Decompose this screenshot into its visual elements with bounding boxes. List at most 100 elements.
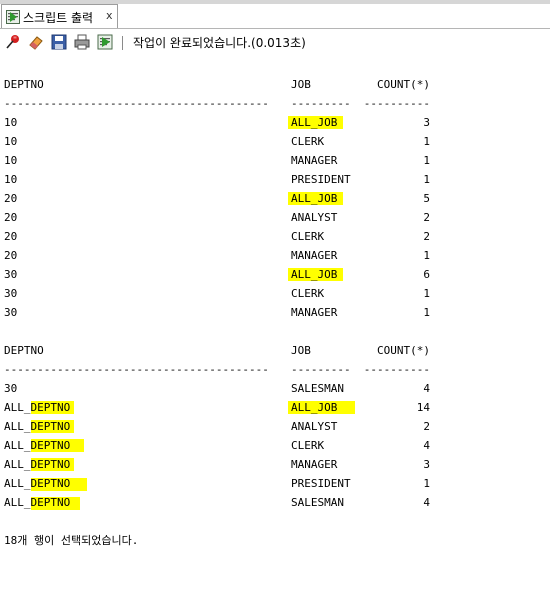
cell-deptno: 10 [4,116,18,129]
cell-deptno: 30 [4,287,18,300]
eraser-icon[interactable] [27,33,45,51]
output-toolbar: 작업이 완료되었습니다.(0.013초) [0,29,550,55]
table-row: 20 CLERK 2 [0,229,550,245]
cell-job: CLERK [291,439,325,452]
pin-icon[interactable] [4,33,22,51]
cell-deptno: ALL_DEPTNO [4,496,71,509]
separator-job: --------- [291,363,351,376]
cell-deptno: ALL_DEPTNO [4,439,71,452]
cell-count: 1 [423,306,430,319]
cell-deptno: 20 [4,230,18,243]
cell-job: ALL_JOB [291,401,338,414]
cell-job: ANALYST [291,420,338,433]
cell-job: ANALYST [291,211,338,224]
execution-status: 작업이 완료되었습니다.(0.013초) [133,36,306,50]
script-output-area[interactable]: DEPTNO JOB COUNT(*) --------------------… [0,56,550,581]
table-row: 10 MANAGER 1 [0,153,550,169]
cell-count: 1 [423,135,430,148]
print-icon[interactable] [73,33,91,51]
table1-header-row: DEPTNO JOB COUNT(*) [0,77,550,93]
cell-deptno: ALL_DEPTNO [4,458,71,471]
separator-deptno: ---------------------------------------- [4,97,269,110]
table-row: ALL_DEPTNO PRESIDENT 1 [0,476,550,492]
table-row: 30 SALESMAN 4 [0,381,550,397]
cell-count: 3 [423,458,430,471]
separator-count: ---------- [363,97,430,110]
cell-deptno: ALL_DEPTNO [4,420,71,433]
cell-deptno: 10 [4,154,18,167]
cell-job: SALESMAN [291,496,344,509]
column-header-deptno: DEPTNO [4,344,44,357]
table2-header-row: DEPTNO JOB COUNT(*) [0,343,550,359]
cell-job: ALL_JOB [291,116,338,129]
table-row: 10 ALL_JOB 3 [0,115,550,131]
cell-job: MANAGER [291,458,338,471]
cell-job: PRESIDENT [291,477,351,490]
separator-count: ---------- [363,363,430,376]
table-row: 30 MANAGER 1 [0,305,550,321]
tab-close-button[interactable]: x [106,9,113,22]
table-row: 30 CLERK 1 [0,286,550,302]
table-row: ALL_DEPTNO ALL_JOB 14 [0,400,550,416]
cell-count: 6 [423,268,430,281]
cell-count: 2 [423,230,430,243]
separator-deptno: ---------------------------------------- [4,363,269,376]
cell-count: 5 [423,192,430,205]
cell-deptno: ALL_DEPTNO [4,477,71,490]
cell-job: ALL_JOB [291,192,338,205]
cell-job: MANAGER [291,154,338,167]
table-row: 10 PRESIDENT 1 [0,172,550,188]
cell-count: 4 [423,496,430,509]
column-header-count: COUNT(*) [377,344,430,357]
cell-count: 3 [423,116,430,129]
cell-job: PRESIDENT [291,173,351,186]
cell-count: 14 [416,401,430,414]
cell-count: 1 [423,173,430,186]
cell-job: SALESMAN [291,382,344,395]
cell-count: 2 [423,420,430,433]
cell-job: MANAGER [291,249,338,262]
tab-script-output[interactable]: 스크립트 출력 x [1,4,118,28]
cell-deptno: 20 [4,249,18,262]
column-header-job: JOB [291,344,311,357]
column-header-count: COUNT(*) [377,78,430,91]
cell-count: 4 [423,382,430,395]
cell-count: 2 [423,211,430,224]
cell-job: CLERK [291,230,325,243]
separator-job: --------- [291,97,351,110]
cell-count: 1 [423,287,430,300]
cell-deptno: 10 [4,135,18,148]
tab-label: 스크립트 출력 [23,11,94,25]
cell-count: 4 [423,439,430,452]
table-row: 20 MANAGER 1 [0,248,550,264]
cell-deptno: ALL_DEPTNO [4,401,71,414]
rows-selected-message-row: 18개 행이 선택되었습니다. [0,533,550,549]
cell-count: 1 [423,249,430,262]
cell-job: MANAGER [291,306,338,319]
table-row: ALL_DEPTNO ANALYST 2 [0,419,550,435]
table1-separator-row: ----------------------------------------… [0,96,550,112]
save-icon[interactable] [50,33,68,51]
cell-deptno: 10 [4,173,18,186]
script-output-icon [6,10,20,24]
table-row: ALL_DEPTNO CLERK 4 [0,438,550,454]
cell-deptno: 20 [4,211,18,224]
table-row: ALL_DEPTNO SALESMAN 4 [0,495,550,511]
table2-separator-row: ----------------------------------------… [0,362,550,378]
cell-count: 1 [423,154,430,167]
toolbar-divider [122,36,123,50]
table-row: ALL_DEPTNO MANAGER 3 [0,457,550,473]
table-row: 20 ANALYST 2 [0,210,550,226]
table-row: 30 ALL_JOB 6 [0,267,550,283]
table-row: 20 ALL_JOB 5 [0,191,550,207]
table-row: 10 CLERK 1 [0,134,550,150]
cell-job: ALL_JOB [291,268,338,281]
cell-deptno: 30 [4,306,18,319]
run-script-icon[interactable] [96,33,114,51]
column-header-deptno: DEPTNO [4,78,44,91]
column-header-job: JOB [291,78,311,91]
rows-selected-message: 18개 행이 선택되었습니다. [4,534,139,547]
cell-deptno: 30 [4,382,18,395]
cell-count: 1 [423,477,430,490]
cell-deptno: 20 [4,192,18,205]
